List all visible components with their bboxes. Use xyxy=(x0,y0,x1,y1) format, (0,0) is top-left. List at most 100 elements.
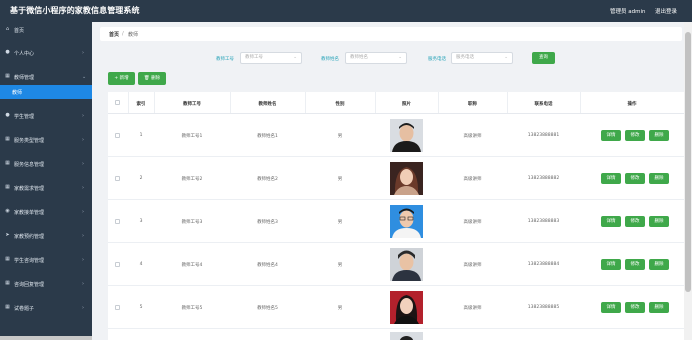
row-checkbox[interactable] xyxy=(115,219,120,224)
sidebar-item-tutor-orders[interactable]: ◉ 家教接单管理 › xyxy=(0,205,92,219)
search-input-teacher-no[interactable]: 教师工号 ⌄ xyxy=(240,52,302,64)
row-checkbox[interactable] xyxy=(115,133,120,138)
placeholder: 教师姓名 xyxy=(350,55,368,60)
cell-gender: 男 xyxy=(337,306,343,311)
teacher-table: 索引 教师工号 教师姓名 性别 照片 职称 联系电话 操作 1 教师工号1 教师… xyxy=(108,92,684,340)
delete-button[interactable]: 删除 xyxy=(649,173,669,184)
chevron-icon: › xyxy=(82,113,84,119)
table-row: 5 教师工号5 教师姓名5 男 高级讲师 13823888885 详情 修改 删… xyxy=(108,286,684,329)
add-button[interactable]: + 新增 xyxy=(108,72,135,85)
edit-button[interactable]: 修改 xyxy=(625,130,645,141)
sidebar-item-teacher[interactable]: 教师 xyxy=(0,85,92,99)
sidebar-item-label: 教师管理 xyxy=(14,75,35,81)
sidebar-item-teacher-mgmt[interactable]: ▦ 教师管理 ⌄ xyxy=(0,70,92,84)
sidebar: ⌂ 首页 ● 个人中心 › ▦ 教师管理 ⌄ 教师 ● 学生管理 › ▦ 服务类… xyxy=(0,22,92,340)
user-icon: ● xyxy=(5,49,10,55)
row-checkbox[interactable] xyxy=(115,305,120,310)
delete-button[interactable]: 删除 xyxy=(649,130,669,141)
scrollbar-thumb[interactable] xyxy=(685,32,691,292)
detail-button[interactable]: 详情 xyxy=(601,130,621,141)
cell-phone: 13823888881 xyxy=(527,133,560,138)
table-row: 1 教师工号1 教师姓名1 男 高级讲师 13823888881 详情 修改 删… xyxy=(108,114,684,157)
chevron-icon: › xyxy=(82,50,84,56)
sidebar-item-profile[interactable]: ● 个人中心 › xyxy=(0,46,92,60)
detail-button[interactable]: 详情 xyxy=(601,259,621,270)
breadcrumb-separator: / xyxy=(122,31,124,37)
header-teacher-name[interactable]: 教师姓名 xyxy=(230,101,305,107)
teacher-photo xyxy=(390,291,423,324)
delete-button[interactable]: 删除 xyxy=(649,302,669,313)
detail-button[interactable]: 详情 xyxy=(601,216,621,227)
edit-button[interactable]: 修改 xyxy=(625,259,645,270)
grid-icon: ▦ xyxy=(5,256,10,262)
header-gender[interactable]: 性别 xyxy=(305,101,375,107)
edit-button[interactable]: 修改 xyxy=(625,302,645,313)
cell-title: 高级讲师 xyxy=(463,306,482,311)
delete-button[interactable]: 删除 xyxy=(649,259,669,270)
cell-teacher-no: 教师工号2 xyxy=(181,177,203,182)
sidebar-item-student-consult[interactable]: ▦ 学生咨询管理 › xyxy=(0,253,92,267)
cell-index: 1 xyxy=(139,133,143,138)
chevron-down-icon: ⌄ xyxy=(82,74,87,80)
sidebar-item-tutor-booking[interactable]: ➤ 家教预约管理 › xyxy=(0,229,92,243)
cell-title: 高级讲师 xyxy=(463,263,482,268)
edit-button[interactable]: 修改 xyxy=(625,216,645,227)
header-photo[interactable]: 照片 xyxy=(375,101,438,107)
chevron-icon: › xyxy=(82,233,84,239)
placeholder: 教师工号 xyxy=(245,55,263,60)
grid-icon: ▦ xyxy=(5,136,10,142)
sidebar-item-tutor-demand[interactable]: ▦ 家教需求管理 › xyxy=(0,181,92,195)
breadcrumb: 首页 / 教师 xyxy=(100,27,682,41)
sidebar-item-consult-reply[interactable]: ▦ 咨询回复管理 › xyxy=(0,277,92,291)
cell-teacher-no: 教师工号5 xyxy=(181,306,203,311)
user-info: 管理员 admin xyxy=(610,9,646,15)
edit-button[interactable]: 修改 xyxy=(625,173,645,184)
row-checkbox[interactable] xyxy=(115,176,120,181)
batch-delete-button[interactable]: 🗑 删除 xyxy=(138,72,166,85)
sidebar-item-label: 个人中心 xyxy=(14,51,35,57)
sidebar-item-label: 咨询回复管理 xyxy=(14,282,45,288)
header-title[interactable]: 职称 xyxy=(438,101,507,107)
sidebar-item-label: 试卷题子 xyxy=(14,306,35,312)
sidebar-item-service-info[interactable]: ▦ 服务信息管理 › xyxy=(0,157,92,171)
sidebar-item-label: 教师 xyxy=(12,90,23,96)
header-actions: 操作 xyxy=(627,102,637,107)
breadcrumb-home[interactable]: 首页 xyxy=(109,31,119,38)
grid-icon: ▦ xyxy=(5,304,10,310)
detail-button[interactable]: 详情 xyxy=(601,173,621,184)
delete-button[interactable]: 删除 xyxy=(649,216,669,227)
sidebar-item-home[interactable]: ⌂ 首页 xyxy=(0,23,92,37)
sidebar-item-label: 学生咨询管理 xyxy=(14,258,45,264)
logout-link[interactable]: 退出登录 xyxy=(655,7,677,15)
search-button[interactable]: 查询 xyxy=(532,52,555,64)
chevron-icon: › xyxy=(82,257,84,263)
page-scrollbar[interactable] xyxy=(684,22,692,340)
chevron-icon: › xyxy=(82,305,84,311)
select-all-checkbox[interactable] xyxy=(115,100,120,105)
sidebar-item-exam[interactable]: ▦ 试卷题子 › xyxy=(0,301,92,315)
main-content: 首页 / 教师 教师工号 教师工号 ⌄ 教师姓名 教师姓名 ⌄ 服务电话 服务电… xyxy=(92,22,692,340)
sidebar-item-label: 家教需求管理 xyxy=(14,186,45,192)
sidebar-scrollbar[interactable] xyxy=(0,336,92,340)
cell-phone: 13823888883 xyxy=(527,219,560,224)
cell-phone: 13823888882 xyxy=(527,176,560,181)
cell-index: 2 xyxy=(139,176,143,181)
cell-teacher-name: 教师姓名4 xyxy=(257,263,278,268)
cell-gender: 男 xyxy=(337,177,343,182)
sidebar-item-label: 首页 xyxy=(14,28,25,34)
cell-title: 高级讲师 xyxy=(463,134,482,139)
cell-phone: 13823888884 xyxy=(527,262,560,267)
row-checkbox[interactable] xyxy=(115,262,120,267)
header-teacher-no[interactable]: 教师工号 xyxy=(154,101,230,107)
search-input-phone[interactable]: 服务电话 ⌄ xyxy=(451,52,513,64)
search-input-teacher-name[interactable]: 教师姓名 ⌄ xyxy=(345,52,407,64)
detail-button[interactable]: 详情 xyxy=(601,302,621,313)
chevron-icon: › xyxy=(82,281,84,287)
user-icon: ● xyxy=(5,112,10,118)
header-phone[interactable]: 联系电话 xyxy=(507,101,580,107)
sidebar-item-student-mgmt[interactable]: ● 学生管理 › xyxy=(0,109,92,123)
grid-icon: ▦ xyxy=(5,73,10,79)
sidebar-item-service-type[interactable]: ▦ 服务类型管理 › xyxy=(0,133,92,147)
header-index[interactable]: 索引 xyxy=(128,101,154,107)
table-row: 2 教师工号2 教师姓名2 男 高级讲师 13823888882 详情 修改 删… xyxy=(108,157,684,200)
